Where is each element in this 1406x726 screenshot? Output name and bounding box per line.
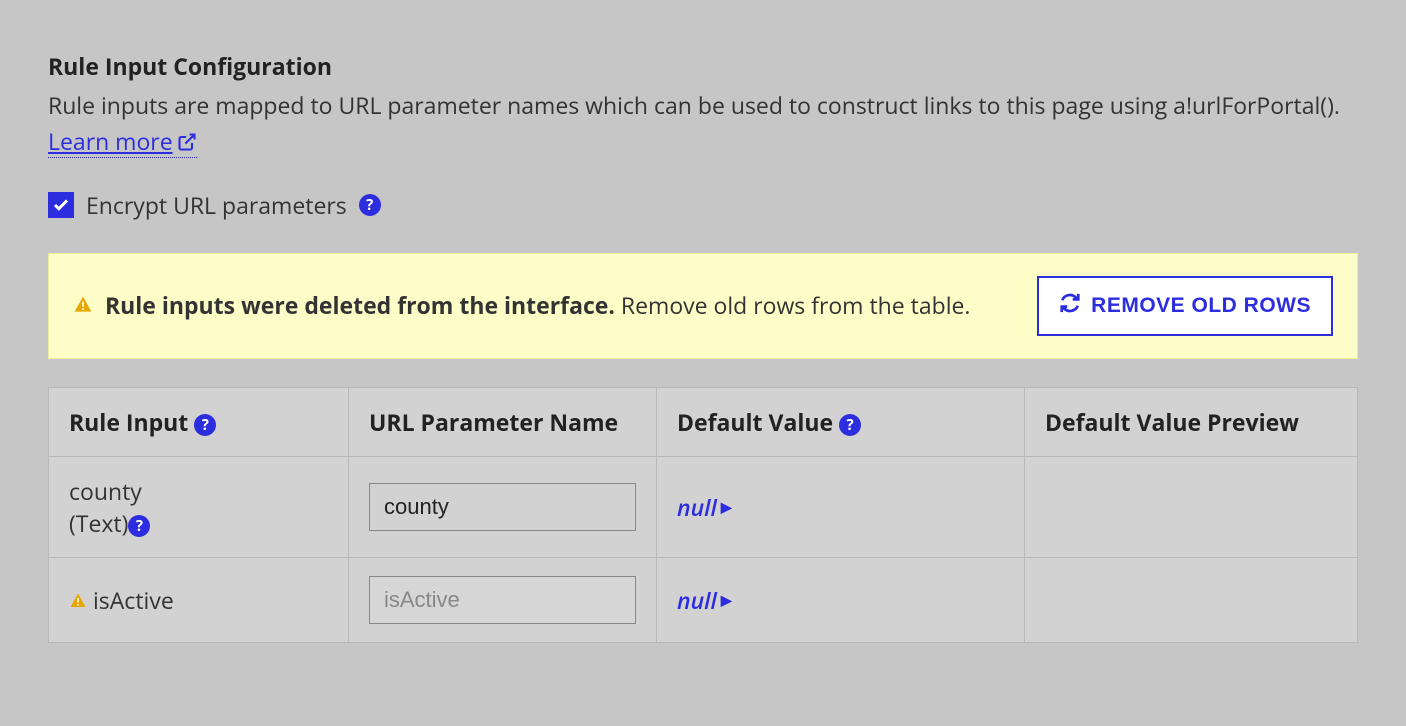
url-param-input[interactable] [369,483,636,531]
external-link-icon [177,126,197,162]
cell-url-param [349,558,657,643]
rule-input-help-icon[interactable]: ? [194,414,216,436]
cell-default-preview [1025,558,1358,643]
default-value-link[interactable]: null▶ [677,491,732,523]
caret-right-icon: ▶ [721,591,732,610]
default-value-help-icon[interactable]: ? [839,414,861,436]
learn-more-link[interactable]: Learn more [48,125,197,158]
encrypt-label: Encrypt URL parameters [86,189,347,221]
rule-input-name: county [69,475,142,507]
caret-right-icon: ▶ [721,498,732,517]
cell-url-param [349,457,657,558]
description-text: Rule inputs are mapped to URL parameter … [48,89,1340,121]
cell-rule-input: isActive [49,558,349,643]
encrypt-help-icon[interactable]: ? [359,194,381,216]
section-title: Rule Input Configuration [48,50,1358,82]
cell-default-value: null▶ [657,457,1025,558]
cell-default-preview [1025,457,1358,558]
rule-input-table: Rule Input ? URL Parameter Name Default … [48,387,1358,643]
header-rule-input: Rule Input ? [49,388,349,457]
rule-input-config-panel: Rule Input Configuration Rule inputs are… [0,0,1406,683]
warning-icon [69,585,87,617]
encrypt-row: Encrypt URL parameters ? [48,189,1358,221]
header-url-param: URL Parameter Name [349,388,657,457]
type-help-icon[interactable]: ? [128,515,150,537]
header-default-preview: Default Value Preview [1025,388,1358,457]
rule-input-name: isActive [93,584,174,616]
cell-rule-input: county(Text)? [49,457,349,558]
warning-rest: Remove old rows from the table. [615,289,971,321]
remove-old-rows-button[interactable]: REMOVE OLD ROWS [1037,276,1333,336]
table-row: county(Text)? null▶ [49,457,1358,558]
warning-banner: Rule inputs were deleted from the interf… [48,253,1358,359]
remove-button-label: REMOVE OLD ROWS [1091,294,1311,318]
table-header-row: Rule Input ? URL Parameter Name Default … [49,388,1358,457]
default-value-link[interactable]: null▶ [677,584,732,616]
cell-default-value: null▶ [657,558,1025,643]
header-default-value: Default Value ? [657,388,1025,457]
warning-strong: Rule inputs were deleted from the interf… [105,289,615,321]
section-description: Rule inputs are mapped to URL parameter … [48,88,1358,161]
url-param-input [369,576,636,624]
table-row: isActive null▶ [49,558,1358,643]
refresh-icon [1059,292,1081,320]
rule-input-type: (Text)? [69,507,328,539]
warning-text: Rule inputs were deleted from the interf… [73,287,1013,325]
warning-icon [73,288,93,325]
encrypt-checkbox[interactable] [48,192,74,218]
